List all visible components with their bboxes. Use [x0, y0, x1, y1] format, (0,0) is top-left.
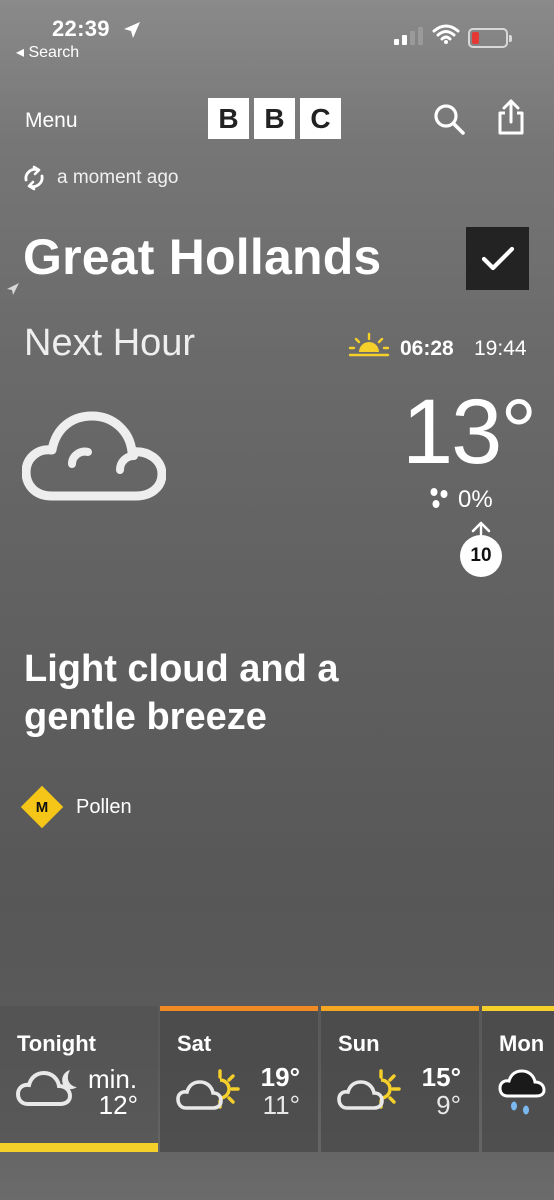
last-updated-text: a moment ago — [57, 167, 179, 188]
share-icon[interactable] — [496, 98, 526, 136]
current-temperature: 13° — [402, 381, 537, 483]
sunrise-icon — [348, 332, 390, 357]
battery-icon — [468, 28, 512, 48]
status-time: 22:39 — [52, 16, 110, 41]
wind-speed-badge: 10 — [460, 535, 502, 577]
checkmark-icon — [481, 246, 514, 270]
pollen-level: M — [35, 798, 49, 816]
location-name: Great Hollands — [23, 229, 382, 285]
sun-cloud-icon — [176, 1069, 240, 1110]
forecast-day: Mon — [499, 1031, 545, 1056]
rain-chance: 0% — [458, 486, 493, 513]
bbc-logo[interactable]: B B C — [208, 98, 341, 139]
forecast-card-mon[interactable]: Mon — [482, 1006, 554, 1152]
back-to-search-link[interactable]: ◂ Search — [16, 42, 79, 62]
forecast-low: 12° — [98, 1090, 138, 1120]
bbc-logo-letter: C — [300, 98, 341, 139]
temperature-band — [321, 1006, 479, 1011]
favourite-location-button[interactable] — [466, 227, 529, 290]
forecast-day: Sat — [177, 1031, 212, 1056]
cloud-moon-icon — [16, 1070, 77, 1106]
location-arrow-icon — [124, 22, 140, 38]
cloud-icon — [22, 411, 166, 501]
bbc-logo-letter: B — [254, 98, 295, 139]
forecast-high: 19° — [260, 1062, 300, 1092]
sunrise-time: 06:28 — [400, 337, 454, 360]
search-icon[interactable] — [432, 102, 466, 136]
temperature-band — [160, 1006, 318, 1011]
next-hour-heading: Next Hour — [24, 322, 196, 364]
forecast-card-sun[interactable]: Sun 15° 9° — [321, 1006, 479, 1152]
forecast-high: 15° — [421, 1062, 461, 1092]
forecast-low: 11° — [262, 1090, 300, 1120]
forecast-day: Sun — [338, 1031, 380, 1056]
sunset-time: 19:44 — [474, 337, 527, 360]
forecast-day: Tonight — [17, 1031, 96, 1056]
bbc-logo-letter: B — [208, 98, 249, 139]
forecast-strip[interactable]: Tonight min. 12° Sat 19° 11° Sun 15° 9° … — [0, 1006, 554, 1152]
pollen-link[interactable]: Pollen — [76, 796, 132, 819]
forecast-low: 9° — [436, 1090, 461, 1120]
refresh-icon[interactable] — [20, 164, 48, 192]
selected-indicator — [0, 1143, 158, 1152]
wifi-icon — [432, 24, 460, 44]
forecast-card-tonight[interactable]: Tonight min. 12° — [0, 1006, 158, 1152]
cellular-signal-icon — [394, 27, 423, 45]
sun-cloud-icon — [337, 1069, 401, 1110]
menu-button[interactable]: Menu — [25, 109, 78, 133]
temperature-band — [482, 1006, 554, 1011]
weather-summary: Light cloud and a gentle breeze — [24, 648, 339, 738]
rain-cloud-icon — [498, 1069, 546, 1115]
current-location-icon — [7, 283, 19, 295]
forecast-card-sat[interactable]: Sat 19° 11° — [160, 1006, 318, 1152]
rain-drops-icon — [430, 488, 448, 508]
